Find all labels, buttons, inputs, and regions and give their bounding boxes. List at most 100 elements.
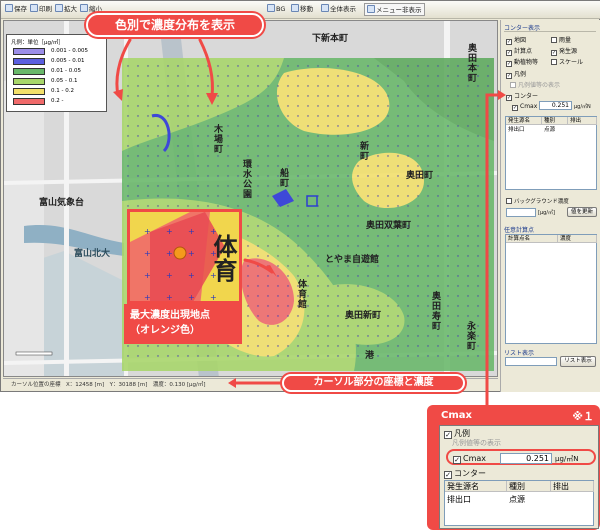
legend-checkbox[interactable]: ✓ 凡例 <box>506 69 526 79</box>
contour-checkbox[interactable]: ✓ コンター <box>506 91 538 101</box>
save-button[interactable]: 保存 <box>3 3 29 16</box>
calc-point <box>227 115 229 117</box>
calc-point <box>327 325 329 327</box>
calc-point <box>487 105 489 107</box>
calc-point <box>277 105 279 107</box>
calc-point <box>467 165 469 167</box>
calc-point <box>257 215 259 217</box>
fit-all-button[interactable]: 全体表示 <box>319 3 358 16</box>
calc-point <box>257 355 259 357</box>
calc-point <box>407 255 409 257</box>
calc-point <box>337 275 339 277</box>
zoom-cmax-input[interactable]: 0.251 <box>500 453 552 464</box>
calc-point <box>457 75 459 77</box>
list-select[interactable] <box>505 357 557 366</box>
print-button[interactable]: 印刷 <box>28 3 54 16</box>
calc-point <box>377 195 379 197</box>
calc-point <box>347 235 349 237</box>
svg-text:+: + <box>188 227 195 236</box>
calc-point <box>277 125 279 127</box>
calc-point <box>487 305 489 307</box>
zoom-in-button[interactable]: 拡大 <box>53 3 79 16</box>
calc-point <box>407 205 409 207</box>
calc-point <box>337 205 339 207</box>
calc-point <box>357 115 359 117</box>
calc-point <box>307 335 309 337</box>
calc-point <box>237 155 239 157</box>
source-checkbox[interactable]: ✓ 発生源 <box>551 46 577 56</box>
calc-point <box>407 165 409 167</box>
calc-point <box>337 235 339 237</box>
calc-point <box>467 265 469 267</box>
calc-point <box>487 175 489 177</box>
hide-menu-button[interactable]: メニュー非表示 <box>364 3 425 16</box>
calc-point <box>187 185 189 187</box>
background-checkbox[interactable]: バックグラウンド濃度 <box>506 197 569 205</box>
calc-point <box>347 225 349 227</box>
table-cell: 排出口 <box>508 127 525 133</box>
calc-point <box>167 185 169 187</box>
calc-point <box>157 165 159 167</box>
bg-button[interactable]: BG <box>265 3 287 16</box>
calc-point <box>267 105 269 107</box>
calc-point <box>187 345 189 347</box>
list-display-button[interactable]: リスト表示 <box>560 356 596 367</box>
zoom-legend-values[interactable]: 凡例値等の表示 <box>452 438 501 448</box>
calc-point <box>317 235 319 237</box>
calc-point-checkbox[interactable]: ✓ 計算点 <box>506 46 532 56</box>
rain-checkbox[interactable]: 雨量 <box>551 35 571 44</box>
legend-values-checkbox[interactable]: 凡例値等の表示 <box>510 80 560 89</box>
calc-point <box>297 315 299 317</box>
status-callout: カーソル部分の座標と濃度 <box>282 374 465 392</box>
calc-point <box>157 135 159 137</box>
calc-point <box>267 275 269 277</box>
table-cell: 排出口 <box>447 495 471 504</box>
calc-point <box>467 135 469 137</box>
settings-panel: コンター表示 ✓ 地図 雨量 ✓ 計算点 ✓ 発生源 ✓ 動植物等 スケール ✓ 凡例 凡… <box>500 20 600 392</box>
calc-point <box>477 345 479 347</box>
calc-point <box>287 155 289 157</box>
calc-point <box>177 205 179 207</box>
calc-point <box>377 165 379 167</box>
calc-point <box>427 65 429 67</box>
divider <box>504 31 596 32</box>
calc-point <box>397 165 399 167</box>
background-input[interactable] <box>506 208 536 217</box>
calc-point <box>327 95 329 97</box>
cmax-input[interactable]: 0.251 <box>539 101 572 110</box>
calc-point <box>407 125 409 127</box>
calc-point <box>307 105 309 107</box>
calc-point <box>447 325 449 327</box>
calc-point <box>227 85 229 87</box>
calc-point <box>337 185 339 187</box>
calc-point <box>427 355 429 357</box>
zoom-contour-checkbox[interactable]: ✓ コンター <box>444 468 486 479</box>
calc-point <box>427 75 429 77</box>
calc-point <box>407 295 409 297</box>
calc-point <box>437 65 439 67</box>
legend-title: 凡例：単位［μg/㎥］ <box>11 40 64 46</box>
calc-point <box>157 355 159 357</box>
calc-point <box>437 85 439 87</box>
calc-point <box>437 155 439 157</box>
calc-point <box>207 345 209 347</box>
calc-point <box>247 265 249 267</box>
calc-point <box>267 285 269 287</box>
scale-checkbox[interactable]: スケール <box>551 57 583 66</box>
calc-point <box>297 225 299 227</box>
calc-point <box>407 325 409 327</box>
calc-point <box>457 255 459 257</box>
calc-point <box>417 325 419 327</box>
zoom-cmax-checkbox[interactable]: ✓ Cmax <box>453 454 486 464</box>
calc-point <box>377 335 379 337</box>
move-button[interactable]: 移動 <box>289 3 315 16</box>
cmax-checkbox[interactable]: ✓ Cmax <box>512 103 537 111</box>
calc-point <box>317 315 319 317</box>
fauna-checkbox[interactable]: ✓ 動植物等 <box>506 57 538 67</box>
calc-point <box>127 155 129 157</box>
calc-point <box>477 155 479 157</box>
calc-point <box>317 105 319 107</box>
update-button[interactable]: 値を更新 <box>567 207 597 217</box>
calc-point <box>387 265 389 267</box>
map-checkbox[interactable]: ✓ 地図 <box>506 35 526 45</box>
